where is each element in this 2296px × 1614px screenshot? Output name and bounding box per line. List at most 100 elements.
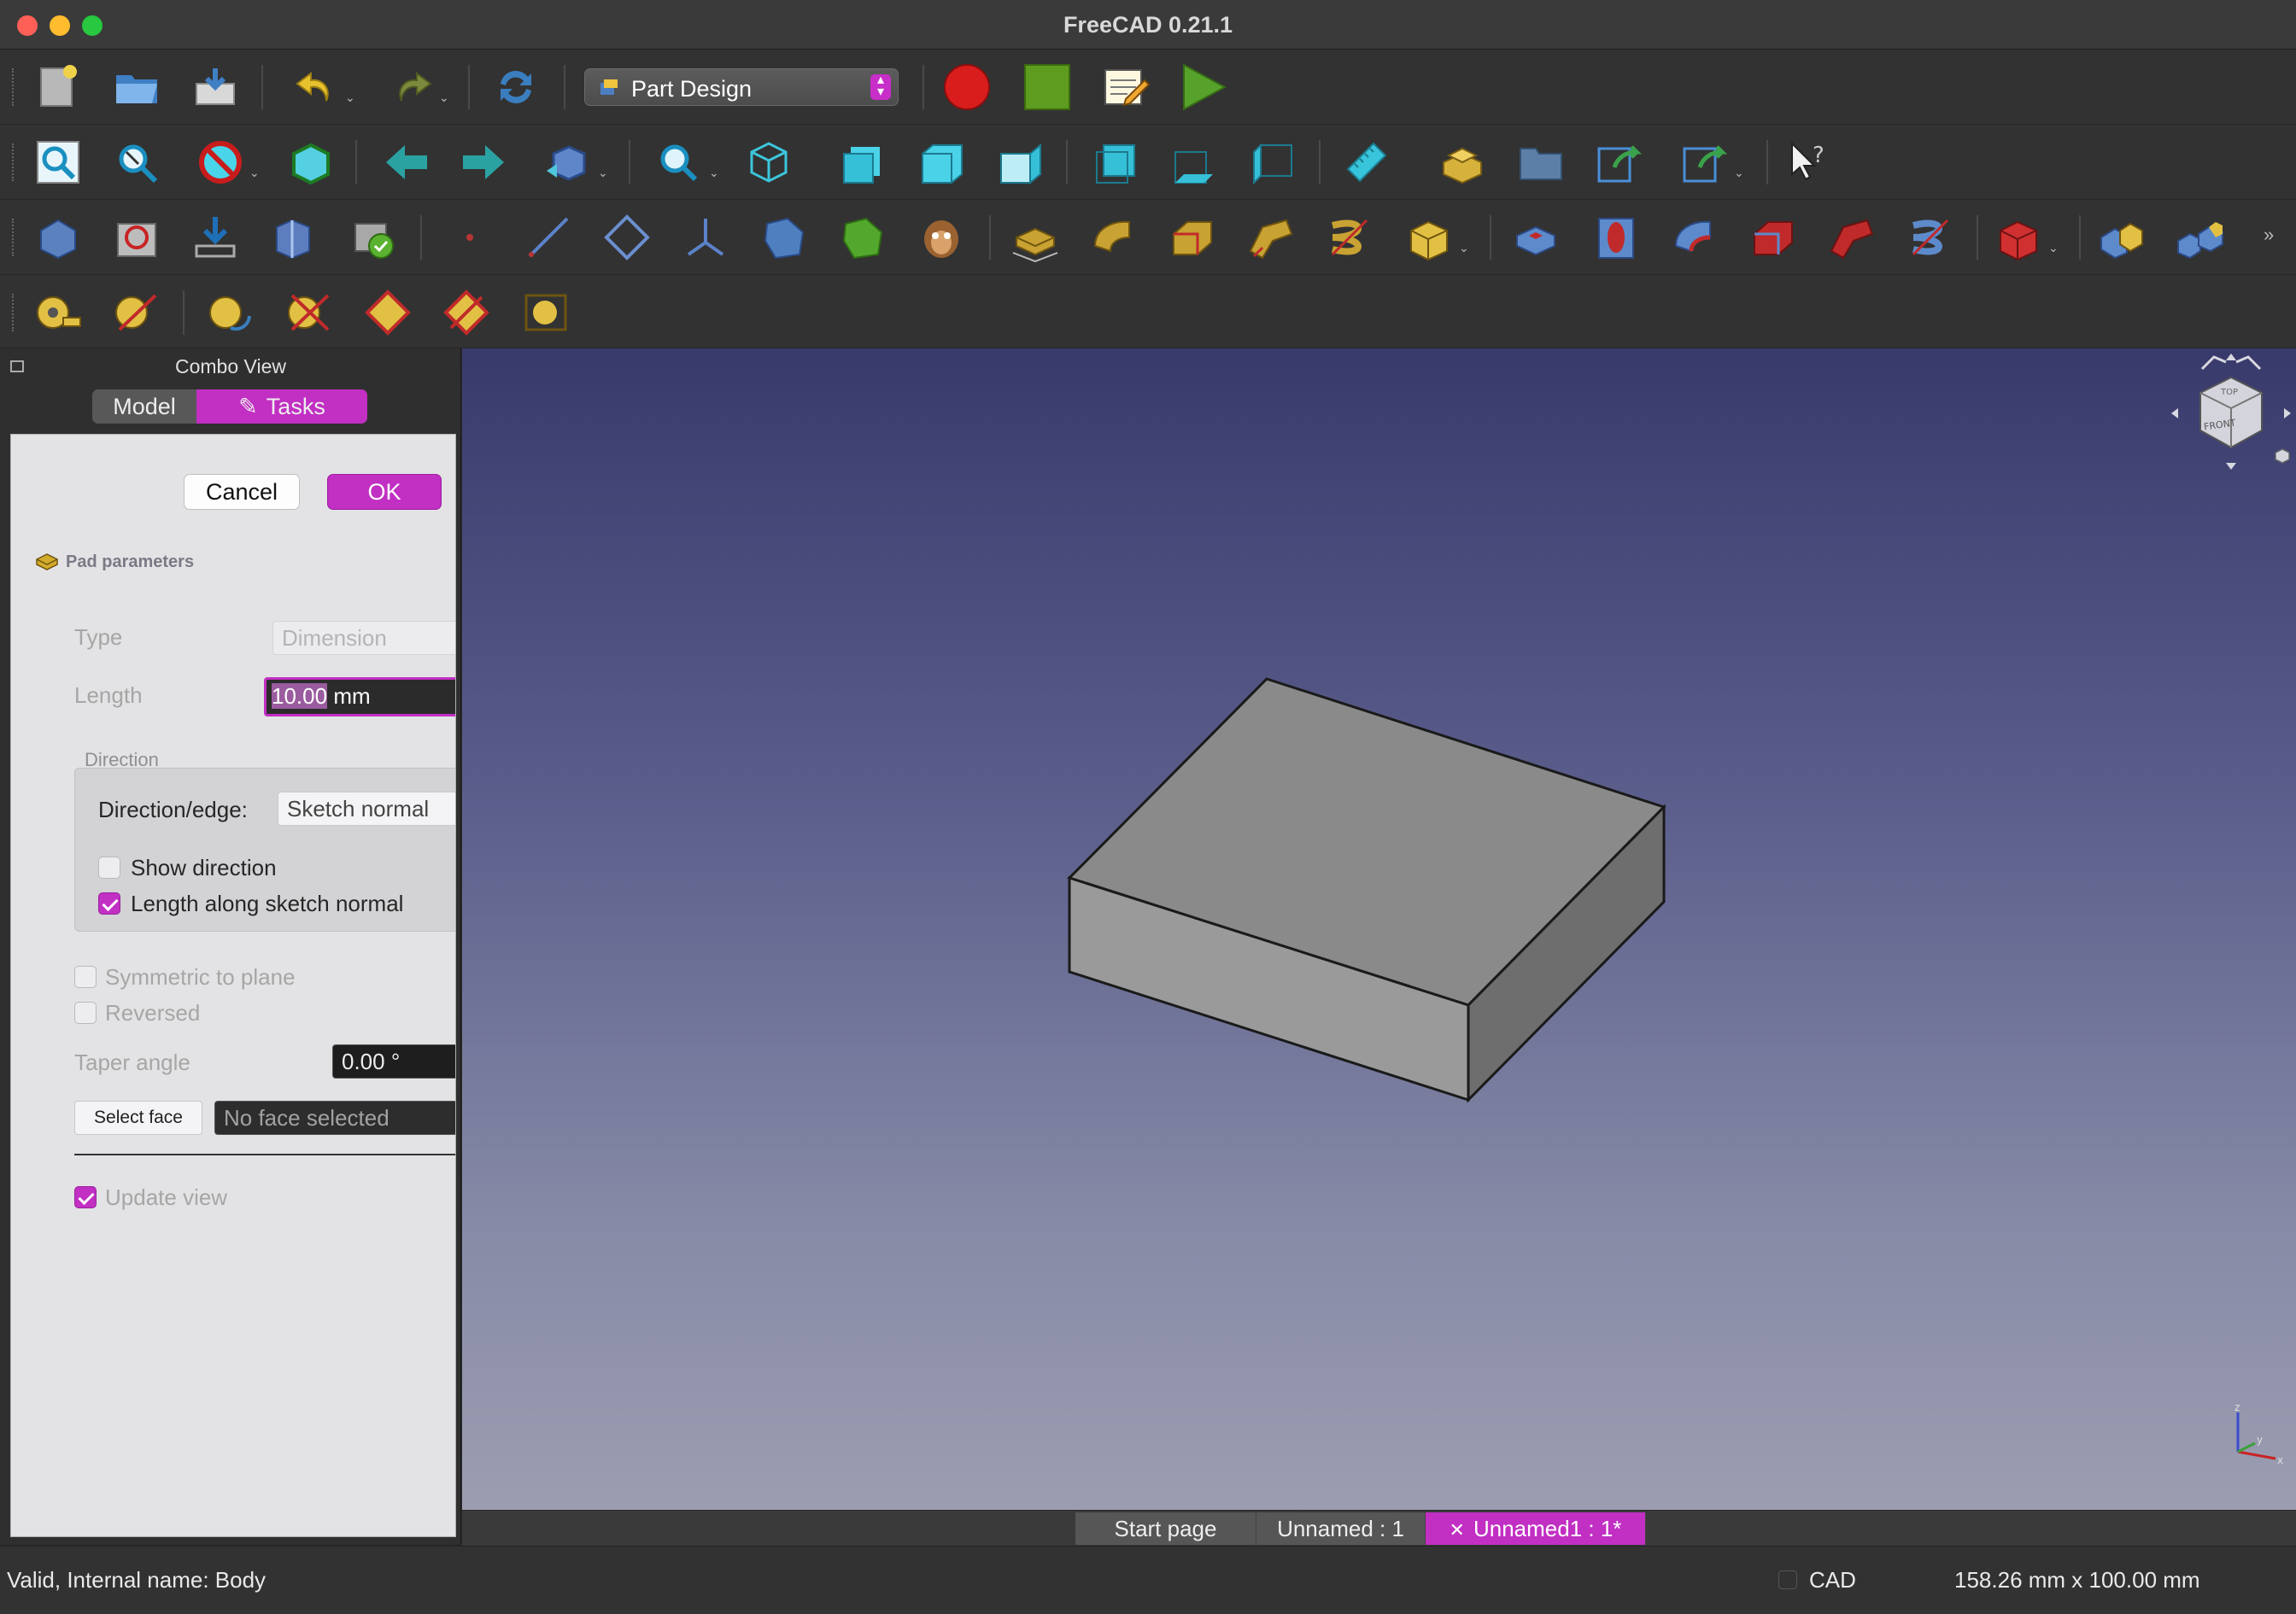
subtractive-loft-icon[interactable]	[1748, 212, 1799, 263]
macro-edit-icon[interactable]	[1100, 61, 1151, 113]
nav-style-icon[interactable]	[1778, 1570, 1797, 1589]
shape-binder-icon[interactable]	[268, 212, 319, 263]
close-tab-icon[interactable]: ✕	[1450, 1519, 1465, 1541]
whats-this-icon[interactable]: ?	[1782, 137, 1833, 188]
subtractive-pipe-icon[interactable]	[1826, 212, 1877, 263]
measure-angular-icon[interactable]	[111, 287, 162, 338]
create-body-icon[interactable]	[32, 212, 84, 263]
datum-line-icon[interactable]	[523, 212, 574, 263]
additive-primitive-icon[interactable]	[1404, 212, 1456, 263]
type-select[interactable]: Dimension	[272, 621, 455, 655]
bounding-box-icon[interactable]	[285, 137, 337, 188]
redo-dropdown-icon[interactable]: ⌄	[439, 91, 449, 105]
zoom-dropdown-icon[interactable]: ⌄	[709, 166, 719, 180]
measure-clear-icon[interactable]	[284, 287, 335, 338]
measure-toggle-all-icon[interactable]	[362, 287, 413, 338]
3d-view[interactable]	[462, 348, 2296, 1510]
toolbar-grip[interactable]	[12, 294, 17, 331]
link-icon[interactable]	[1594, 137, 1645, 188]
groove-icon[interactable]	[1669, 212, 1720, 263]
save-icon[interactable]	[190, 61, 241, 113]
tab-start-page[interactable]: Start page	[1075, 1512, 1256, 1545]
validate-sketch-icon[interactable]	[190, 212, 241, 263]
back-icon[interactable]	[381, 137, 432, 188]
group-icon[interactable]	[1515, 137, 1567, 188]
zoom-icon[interactable]	[653, 137, 704, 188]
macro-record-icon[interactable]	[941, 61, 993, 113]
toolbar-grip[interactable]	[12, 219, 17, 256]
pad-parameters-header[interactable]: Pad parameters	[66, 553, 194, 572]
fit-all-icon[interactable]	[32, 137, 84, 188]
toolbar-overflow-icon[interactable]: »	[2264, 224, 2274, 246]
undo-dropdown-icon[interactable]: ⌄	[345, 91, 355, 105]
measure-linear-icon[interactable]	[32, 287, 84, 338]
hole-icon[interactable]	[1590, 212, 1642, 263]
reversed-checkbox[interactable]	[74, 1002, 97, 1024]
length-along-normal-checkbox[interactable]	[98, 892, 120, 915]
measure-toggle-3d-icon[interactable]	[441, 287, 492, 338]
part-icon[interactable]	[1437, 137, 1488, 188]
update-view-checkbox[interactable]	[74, 1186, 97, 1208]
link-dropdown-icon[interactable]: ⌄	[1734, 166, 1744, 180]
taper-angle-input[interactable]: 0.00 °	[332, 1044, 455, 1079]
pocket-icon[interactable]	[1510, 212, 1561, 263]
additive-loft-icon[interactable]	[1167, 212, 1218, 263]
subshape-binder-icon[interactable]	[758, 212, 810, 263]
mirrored-icon[interactable]	[2096, 212, 2147, 263]
local-cs-icon[interactable]	[680, 212, 731, 263]
show-direction-checkbox[interactable]	[98, 857, 120, 879]
top-view-icon[interactable]	[916, 137, 967, 188]
tab-unnamed1[interactable]: ✕ Unnamed1 : 1*	[1426, 1512, 1646, 1545]
subtractive-primitive-icon[interactable]	[1994, 212, 2045, 263]
measure-toggle-delta-icon[interactable]	[521, 287, 572, 338]
right-view-icon[interactable]	[994, 137, 1046, 188]
macro-run-icon[interactable]	[1177, 61, 1228, 113]
workbench-view-icon[interactable]	[542, 137, 593, 188]
draw-style-dropdown-icon[interactable]: ⌄	[249, 166, 260, 180]
select-face-button[interactable]: Select face	[74, 1101, 202, 1135]
toolbar-grip[interactable]	[12, 143, 17, 181]
std-views-dropdown-icon[interactable]: ⌄	[598, 166, 608, 180]
rear-view-icon[interactable]	[1090, 137, 1141, 188]
subtractive-primitive-dropdown-icon[interactable]: ⌄	[2048, 241, 2059, 255]
nav-style-label[interactable]: CAD	[1809, 1567, 1856, 1594]
forward-icon[interactable]	[458, 137, 509, 188]
front-view-icon[interactable]	[837, 137, 888, 188]
additive-pipe-icon[interactable]	[1245, 212, 1297, 263]
additive-helix-icon[interactable]	[1324, 212, 1375, 263]
create-sketch-icon[interactable]	[111, 212, 162, 263]
face-input[interactable]: No face selected	[214, 1101, 455, 1135]
measure-refresh-icon[interactable]	[205, 287, 256, 338]
new-file-icon[interactable]	[32, 61, 84, 113]
pad-icon[interactable]	[1010, 212, 1061, 263]
datum-point-icon[interactable]	[444, 212, 495, 263]
tab-model[interactable]: Model	[92, 389, 196, 424]
link-actions-icon[interactable]	[1679, 137, 1731, 188]
subtractive-helix-icon[interactable]	[1905, 212, 1956, 263]
workbench-selector[interactable]: Part Design ▴ ▾	[584, 68, 899, 106]
draw-style-icon[interactable]	[195, 137, 246, 188]
bottom-view-icon[interactable]	[1168, 137, 1220, 188]
undo-icon[interactable]	[290, 61, 342, 113]
additive-primitive-dropdown-icon[interactable]: ⌄	[1459, 241, 1469, 255]
navigation-cube[interactable]: TOP FRONT	[2170, 352, 2293, 471]
mascot-icon[interactable]	[916, 212, 967, 263]
macro-stop-icon[interactable]	[1022, 61, 1073, 113]
tab-tasks[interactable]: ✎ Tasks	[196, 389, 367, 424]
refresh-icon[interactable]	[490, 61, 542, 113]
left-view-icon[interactable]	[1247, 137, 1298, 188]
fit-selection-icon[interactable]	[111, 137, 162, 188]
length-input[interactable]: 10.00 mm	[264, 677, 455, 716]
measure-icon[interactable]	[1341, 137, 1392, 188]
ok-button[interactable]: OK	[327, 474, 442, 510]
tab-unnamed[interactable]: Unnamed : 1	[1256, 1512, 1426, 1545]
symmetric-checkbox[interactable]	[74, 966, 97, 988]
datum-plane-icon[interactable]	[601, 212, 653, 263]
redo-icon[interactable]	[386, 61, 437, 113]
revolution-icon[interactable]	[1088, 212, 1139, 263]
sub-object-shape-binder-icon[interactable]	[837, 212, 888, 263]
toolbar-grip[interactable]	[12, 68, 17, 106]
open-file-icon[interactable]	[111, 61, 162, 113]
direction-edge-select[interactable]: Sketch normal	[278, 792, 455, 826]
isometric-view-icon[interactable]	[743, 137, 794, 188]
